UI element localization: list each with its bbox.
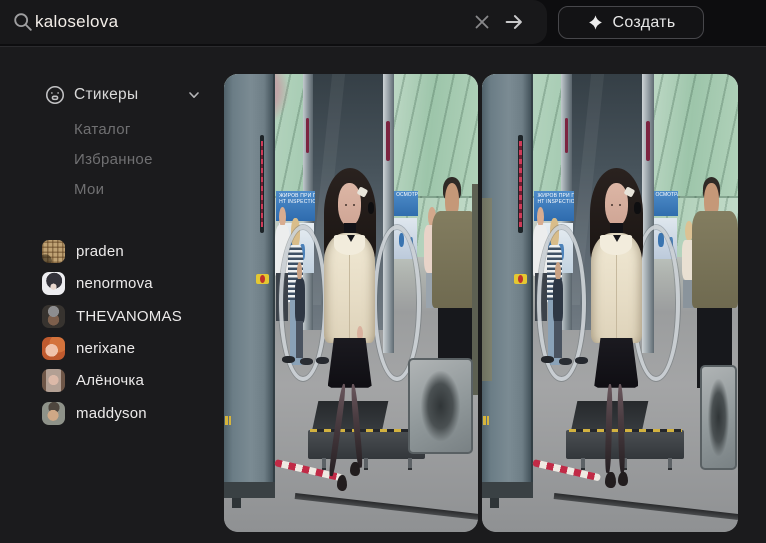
- scene-equipment-crate: [408, 358, 473, 454]
- sidebar-section-stickers[interactable]: Стикеры: [44, 83, 200, 107]
- result-item-1[interactable]: ЖИРОВ ПРИ ПОДГ НТ INSPECTIO ОСМОТР: [224, 74, 478, 532]
- user-name: maddyson: [76, 405, 147, 422]
- scene-speaker-grille: [421, 371, 460, 441]
- scene-emergency-button: [256, 274, 269, 285]
- search-input[interactable]: kaloselova: [0, 0, 547, 44]
- sidebar-section-label: Стикеры: [74, 86, 188, 104]
- arrow-right-icon: [503, 11, 525, 33]
- girl-shoe: [605, 472, 615, 488]
- sidebar-user-thevanomas[interactable]: THEVANOMAS: [42, 304, 182, 328]
- girl-leg: [350, 384, 363, 468]
- avatar: [42, 402, 65, 425]
- avatar: [42, 272, 65, 295]
- search-query-text: kaloselova: [35, 0, 118, 44]
- sparkle-icon: [587, 14, 604, 31]
- scene-person-olive-tshirt: [692, 177, 738, 388]
- scene-speaker-grille: [708, 379, 729, 456]
- sidebar-item-my[interactable]: Мои: [74, 181, 104, 201]
- scene-emergency-button: [514, 274, 527, 285]
- avatar: [42, 240, 65, 263]
- girl-leg: [605, 384, 614, 473]
- user-name: THEVANOMAS: [76, 308, 182, 325]
- girl-shoe: [337, 475, 347, 491]
- scene-sign-right: ОСМОТР: [394, 191, 418, 216]
- avatar: [42, 305, 65, 328]
- create-button[interactable]: Создать: [558, 6, 704, 39]
- scene-girl: [315, 168, 384, 512]
- girl-hair-bow: [634, 202, 641, 214]
- sidebar-user-nenormova[interactable]: nenormova: [42, 271, 153, 295]
- sidebar-item-catalog[interactable]: Каталог: [74, 121, 131, 141]
- close-icon: [471, 11, 493, 33]
- sidebar-item-favorites[interactable]: Избранное: [74, 151, 153, 171]
- girl-shoe: [618, 472, 628, 486]
- user-name: nerixane: [76, 340, 135, 357]
- sticker-face-icon: [44, 84, 66, 106]
- user-name: praden: [76, 243, 124, 260]
- girl-leg: [617, 384, 626, 473]
- submit-search-button[interactable]: [501, 10, 527, 36]
- scene-tower-led: [519, 141, 521, 227]
- girl-shoe: [350, 462, 360, 476]
- sidebar-user-alenochka[interactable]: Алёночка: [42, 368, 144, 392]
- scene-yellow-clip: [487, 416, 489, 424]
- user-name: Алёночка: [76, 372, 144, 389]
- result-item-2[interactable]: ЖИРОВ ПРИ ПОДГ НТ INSPECTIO ОСМОТРА: [482, 74, 738, 532]
- scene-background-shoes: [541, 356, 554, 363]
- scene-background-shoes: [282, 356, 295, 363]
- girl-leg: [328, 384, 347, 477]
- clear-search-button[interactable]: [469, 10, 495, 36]
- scene-girl: [582, 168, 651, 512]
- sign-text: НТ INSPECTIO: [537, 199, 571, 206]
- avatar: [42, 337, 65, 360]
- sidebar-user-maddyson[interactable]: maddyson: [42, 401, 147, 425]
- sign-text: НТ INSPECTIO: [279, 199, 312, 206]
- scene-yellow-clip: [483, 416, 485, 424]
- scene-equipment-crate: [700, 365, 737, 470]
- user-name: nenormova: [76, 275, 153, 292]
- scene-photo: ЖИРОВ ПРИ ПОДГ НТ INSPECTIO ОСМОТР: [224, 74, 478, 532]
- avatar: [42, 369, 65, 392]
- sidebar: Стикеры Каталог Избранное Мои praden nen…: [0, 47, 224, 543]
- scene-photo: ЖИРОВ ПРИ ПОДГ НТ INSPECTIO ОСМОТРА: [482, 74, 738, 532]
- topbar: kaloselova Создать: [0, 0, 766, 46]
- sign-text: ОСМОТР: [396, 192, 418, 198]
- sign-text: ОСМОТРА: [656, 192, 678, 198]
- scene-tower-base: [224, 482, 275, 498]
- girl-skirt: [328, 338, 372, 388]
- create-button-label: Создать: [613, 14, 676, 32]
- scene-sign-right: ОСМОТРА: [654, 191, 678, 216]
- scene-tower-base: [482, 482, 533, 498]
- scene-yellow-clip: [229, 416, 231, 424]
- scene-person-edge: [482, 198, 492, 381]
- search-icon: [12, 11, 34, 33]
- sidebar-user-nerixane[interactable]: nerixane: [42, 336, 135, 360]
- scene-yellow-clip: [225, 416, 227, 424]
- scene-tower-led: [261, 141, 263, 227]
- chevron-down-icon[interactable]: [188, 89, 200, 101]
- girl-skirt: [594, 338, 638, 388]
- scene-machine-tower: [224, 74, 275, 482]
- sidebar-user-praden[interactable]: praden: [42, 239, 124, 263]
